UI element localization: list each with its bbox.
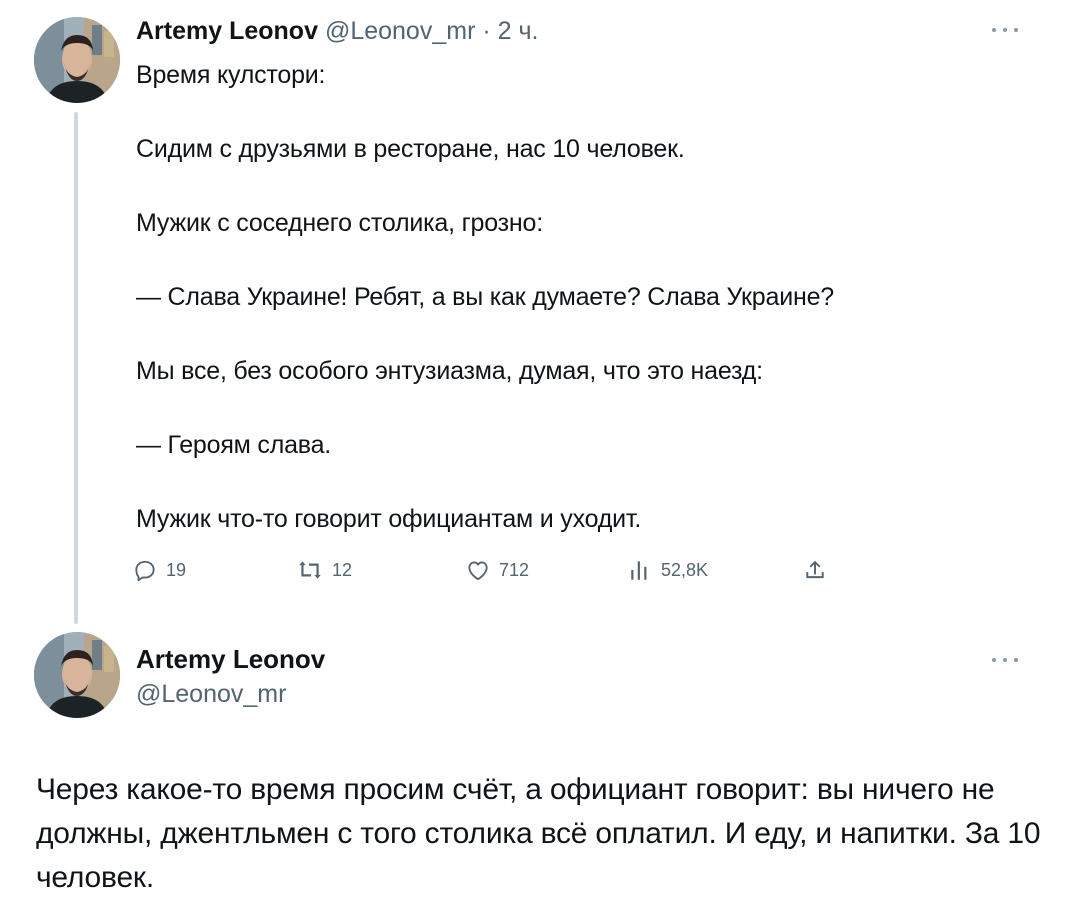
- avatar-image-2: [34, 632, 120, 718]
- author-avatar[interactable]: [34, 17, 120, 103]
- author-handle[interactable]: @Leonov_mr: [325, 17, 475, 45]
- more-dots-icon[interactable]: [992, 26, 1018, 34]
- author-name-2[interactable]: Artemy Leonov: [136, 642, 325, 676]
- share-icon: [806, 560, 824, 579]
- share-button[interactable]: [802, 553, 828, 587]
- like-button[interactable]: 712: [465, 553, 529, 587]
- author-handle-2[interactable]: @Leonov_mr: [136, 677, 286, 711]
- tweet1-header: Artemy Leonov @Leonov_mr · 2 ч.: [136, 14, 538, 48]
- like-count: 712: [499, 559, 530, 580]
- avatar-image: [34, 17, 120, 103]
- tweet-time[interactable]: 2 ч.: [498, 17, 539, 45]
- views-button[interactable]: 52,8K: [629, 553, 708, 587]
- views-count: 52,8K: [661, 559, 709, 580]
- tweet1-line-5: Мы все, без особого энтузиазма, думая, ч…: [136, 357, 763, 385]
- thread-connector: [74, 112, 78, 624]
- retweet-icon: [299, 561, 321, 579]
- header-separator: ·: [482, 17, 491, 45]
- reply-icon: [135, 560, 155, 582]
- tweet1-line-2: Сидим с друзьями в ресторане, нас 10 чел…: [136, 135, 685, 163]
- reply-button[interactable]: 19: [132, 553, 186, 587]
- more-dots-icon[interactable]: [992, 656, 1018, 664]
- tweet1-line-1: Время кулстори:: [136, 61, 326, 89]
- tweet1-line-6: — Героям слава.: [136, 431, 332, 459]
- heart-icon: [468, 561, 488, 581]
- views-bar-chart-icon: [631, 561, 647, 580]
- tweet2-text: Через какое-то время просим счёт, а офиц…: [36, 773, 1041, 894]
- author-name[interactable]: Artemy Leonov: [136, 17, 318, 45]
- retweet-button[interactable]: 12: [296, 553, 352, 587]
- tweet1-line-3: Мужик с соседнего столика, грозно:: [136, 209, 543, 237]
- tweet1-action-bar: 19 12 712 52,8K: [132, 553, 832, 587]
- author-avatar-2[interactable]: [34, 632, 120, 718]
- tweet1-line-4: — Слава Украине! Ребят, а вы как думаете…: [136, 283, 834, 311]
- reply-count: 19: [166, 559, 187, 580]
- tweet1-line-7: Мужик что-то говорит официантам и уходит…: [136, 505, 642, 533]
- retweet-count: 12: [332, 559, 353, 580]
